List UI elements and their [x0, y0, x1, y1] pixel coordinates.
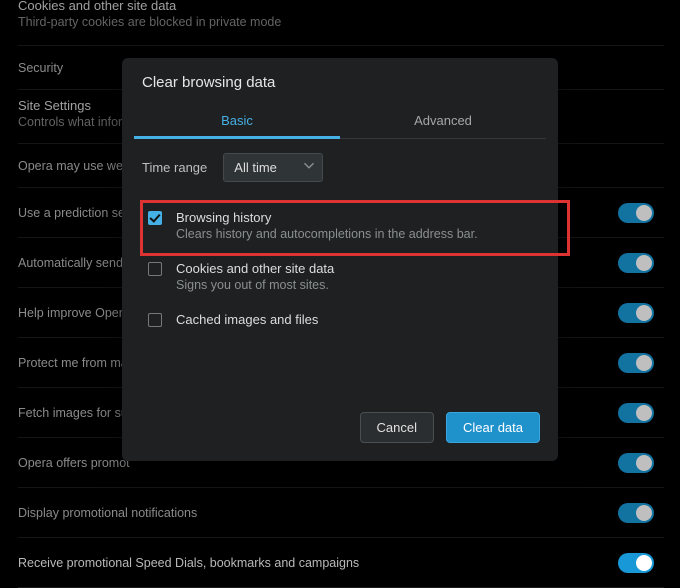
tab-advanced[interactable]: Advanced [340, 103, 546, 138]
receive-promo-toggle[interactable] [618, 553, 654, 573]
time-range-select[interactable]: All time [223, 153, 323, 182]
clear-data-button[interactable]: Clear data [446, 412, 540, 443]
cancel-button[interactable]: Cancel [360, 412, 434, 443]
option-browsing-history[interactable]: Browsing history Clears history and auto… [142, 200, 538, 251]
cookies-title: Cookies and other site data [176, 261, 334, 276]
dialog-title: Clear browsing data [122, 58, 558, 99]
time-range-label: Time range [142, 160, 207, 175]
cookies-sub: Signs you out of most sites. [176, 278, 334, 292]
history-title: Browsing history [176, 210, 478, 225]
dialog-tabs: Basic Advanced [134, 103, 546, 139]
receive-promo-row: Receive promotional Speed Dials, bookmar… [18, 556, 359, 570]
cache-title: Cached images and files [176, 312, 318, 327]
option-cache[interactable]: Cached images and files [142, 302, 538, 337]
tab-basic[interactable]: Basic [134, 103, 340, 139]
history-checkbox[interactable] [148, 211, 162, 225]
chevron-down-icon [304, 159, 314, 174]
clear-browsing-data-dialog: Clear browsing data Basic Advanced Time … [122, 58, 558, 461]
cache-checkbox[interactable] [148, 313, 162, 327]
history-sub: Clears history and autocompletions in th… [176, 227, 478, 241]
option-cookies[interactable]: Cookies and other site data Signs you ou… [142, 251, 538, 302]
cookies-checkbox[interactable] [148, 262, 162, 276]
time-range-value: All time [234, 160, 277, 175]
